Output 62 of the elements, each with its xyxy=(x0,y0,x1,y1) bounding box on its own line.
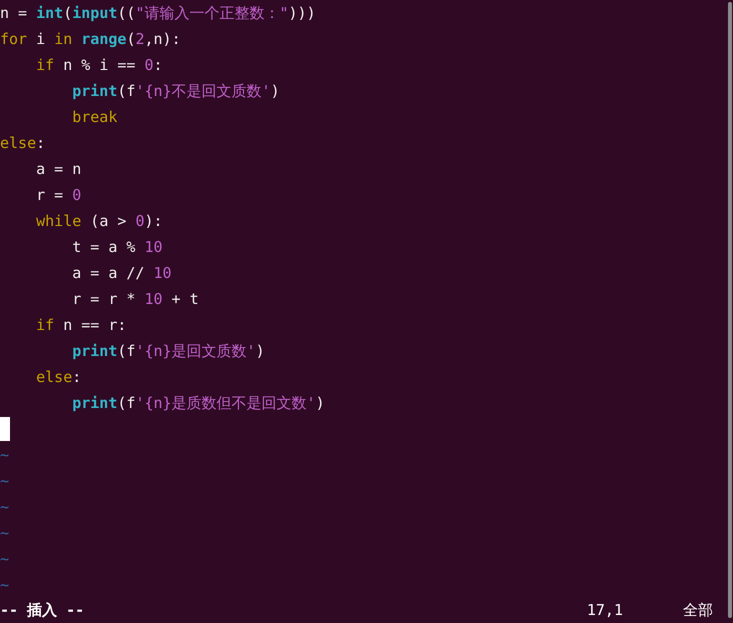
mode-indicator: -- 插入 -- xyxy=(0,600,84,622)
code-text: t = a % xyxy=(72,237,136,258)
text-cursor xyxy=(0,417,10,441)
code-number: 10 xyxy=(154,263,172,284)
code-builtin: input xyxy=(72,3,118,24)
empty-line-marker: ~ xyxy=(0,524,10,542)
code-text: a = n xyxy=(36,159,82,180)
empty-line-marker: ~ xyxy=(0,498,10,516)
code-keyword: if xyxy=(36,315,54,336)
code-text: (a > xyxy=(89,211,128,232)
code-text: r = xyxy=(36,185,64,206)
scrollbar[interactable] xyxy=(728,2,732,618)
code-text: ( xyxy=(126,29,136,50)
code-keyword: for xyxy=(0,29,28,50)
code-text: (f xyxy=(117,393,136,414)
code-string: '{n}是回文质数' xyxy=(135,341,256,362)
code-text: ): xyxy=(144,211,163,232)
code-number: 10 xyxy=(144,289,163,310)
code-keyword: else xyxy=(36,367,72,388)
code-text: ,n): xyxy=(144,29,181,50)
scroll-position: 全部 xyxy=(683,600,713,622)
code-string: '{n}不是回文质数' xyxy=(135,81,271,102)
code-builtin: print xyxy=(72,393,118,414)
code-text: n % i == xyxy=(62,55,136,76)
code-text: n == r: xyxy=(62,315,126,336)
code-text: ( xyxy=(63,3,72,24)
code-text: a = a // xyxy=(72,263,146,284)
code-builtin: int xyxy=(36,3,64,24)
code-keyword: break xyxy=(72,107,118,128)
code-number: 10 xyxy=(144,237,163,258)
code-number: 2 xyxy=(135,29,144,50)
code-keyword: in xyxy=(54,29,72,50)
empty-line-marker: ~ xyxy=(0,576,10,594)
code-text: ) xyxy=(316,393,325,414)
code-text: (( xyxy=(117,3,136,24)
code-keyword: while xyxy=(36,211,82,232)
empty-line-marker: ~ xyxy=(0,472,10,490)
code-text: : xyxy=(154,55,163,76)
code-text: : xyxy=(72,367,82,388)
code-keyword: else xyxy=(0,133,36,154)
empty-line-marker: ~ xyxy=(0,550,10,568)
code-keyword: if xyxy=(36,55,54,76)
code-text: (f xyxy=(117,341,136,362)
code-text: ))) xyxy=(288,3,316,24)
code-text: : xyxy=(36,133,46,154)
code-text: (f xyxy=(117,81,136,102)
code-string: "请输入一个正整数：" xyxy=(135,3,289,24)
code-text: i xyxy=(35,29,46,50)
code-number: 0 xyxy=(144,55,154,76)
code-text: n = xyxy=(0,3,28,24)
code-text: ) xyxy=(270,81,280,102)
empty-line-marker: ~ xyxy=(0,446,10,464)
code-string: '{n}是质数但不是回文数' xyxy=(135,393,316,414)
code-builtin: print xyxy=(72,81,118,102)
code-text: + t xyxy=(170,289,199,310)
code-text: ) xyxy=(256,341,265,362)
code-builtin: range xyxy=(80,29,126,50)
code-number: 0 xyxy=(72,185,82,206)
code-text: r = r * xyxy=(72,289,136,310)
code-builtin: print xyxy=(72,341,118,362)
cursor-position: 17,1 xyxy=(586,600,623,622)
code-number: 0 xyxy=(135,211,144,232)
